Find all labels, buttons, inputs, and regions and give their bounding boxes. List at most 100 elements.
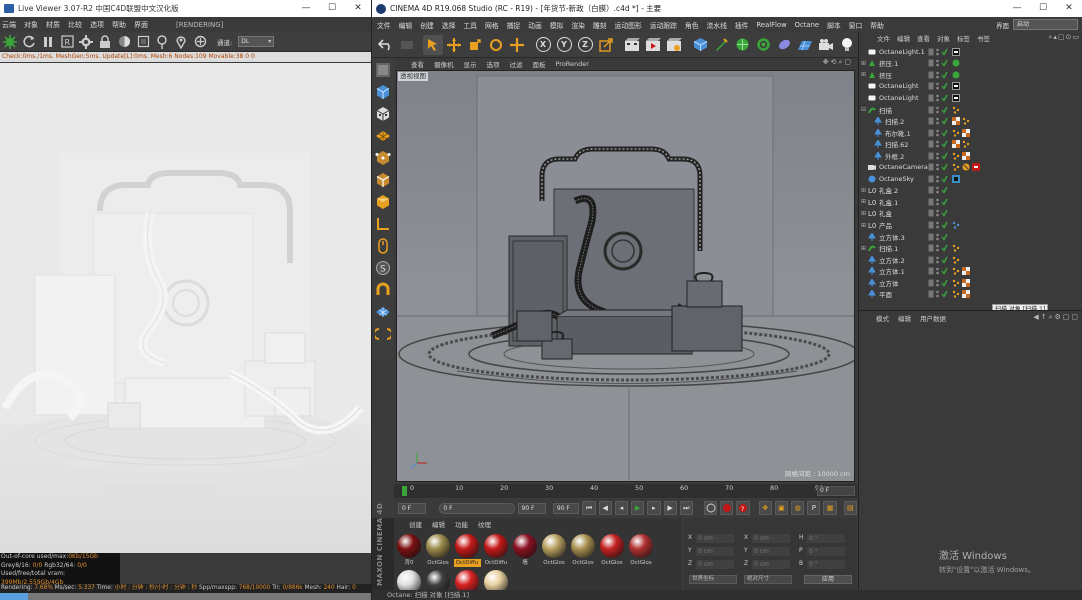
channel-select[interactable]: DL [238, 36, 275, 47]
render-preview[interactable] [0, 63, 371, 553]
visibility-dots-icon[interactable] [935, 48, 940, 56]
camtag-tag-icon[interactable] [962, 163, 970, 171]
lv-menu-help[interactable]: 帮助 [112, 20, 126, 30]
visibility-flags[interactable] [928, 117, 948, 125]
send-scene-icon[interactable] [2, 34, 18, 50]
scale-tool-icon[interactable] [465, 35, 485, 55]
layer-dot-icon[interactable] [928, 256, 934, 264]
layer-dot-icon[interactable] [928, 129, 934, 137]
axis-mode-icon[interactable] [373, 214, 393, 234]
layer-dot-icon[interactable] [928, 221, 934, 229]
material-swatch[interactable]: OctDiffu [453, 534, 481, 567]
live-select-icon[interactable] [507, 35, 527, 55]
enabled-check-icon[interactable] [941, 175, 948, 183]
enabled-check-icon[interactable] [941, 256, 948, 264]
object-name[interactable]: 礼盒.1 [879, 197, 898, 207]
pen-spline-icon[interactable] [711, 35, 731, 55]
timeline-ruler[interactable]: 0102030405060708090 0 F [394, 484, 857, 498]
polygons-mode-icon[interactable] [373, 192, 393, 212]
c4d-menu-item[interactable]: 雕刻 [593, 20, 607, 30]
enabled-check-icon[interactable] [941, 198, 948, 206]
visibility-flags[interactable] [928, 71, 948, 79]
object-name[interactable]: OctaneSky [879, 175, 914, 183]
object-row[interactable]: 立方体 [859, 277, 1082, 289]
object-name[interactable]: 扫描.2 [885, 116, 904, 126]
viewport-label[interactable]: 透视视图 [398, 72, 428, 81]
material-swatch[interactable]: OctGlos [541, 534, 567, 567]
position-key-icon[interactable]: ✥ [758, 501, 772, 515]
object-name[interactable]: 立方体.2 [879, 255, 905, 265]
maximize-icon[interactable]: ☐ [319, 0, 345, 17]
enabled-check-icon[interactable] [941, 106, 948, 114]
pick-object-icon[interactable] [192, 34, 208, 50]
lv-menu-objects[interactable]: 对象 [24, 20, 38, 30]
visibility-flags[interactable] [928, 256, 948, 264]
object-name[interactable]: OctaneLight.1 [879, 48, 925, 56]
redtag-tag-icon[interactable] [972, 163, 980, 172]
minimize-icon[interactable]: — [1004, 0, 1030, 17]
light-tag-icon[interactable] [952, 47, 960, 56]
visibility-dots-icon[interactable] [935, 290, 940, 298]
layer-dot-icon[interactable] [928, 290, 934, 298]
visibility-flags[interactable] [928, 279, 948, 287]
enabled-check-icon[interactable] [941, 186, 948, 195]
visibility-flags[interactable] [928, 221, 948, 229]
current-frame-field[interactable]: 0 F [817, 486, 855, 496]
skytag-tag-icon[interactable] [952, 174, 960, 183]
next-frame-icon[interactable]: ▸ [647, 501, 661, 515]
c4d-menu-item[interactable]: 渲染 [571, 20, 585, 30]
redo-icon[interactable] [397, 35, 417, 55]
visibility-dots-icon[interactable] [935, 267, 940, 275]
enabled-check-icon[interactable] [941, 233, 948, 241]
model-mode-icon[interactable] [373, 82, 393, 102]
dots-tag-icon[interactable] [952, 152, 960, 160]
make-editable-icon[interactable] [373, 60, 393, 80]
c4d-menu-item[interactable]: 窗口 [849, 20, 863, 30]
snap-icon[interactable]: S [373, 258, 393, 278]
previous-key-icon[interactable]: ◀ [598, 501, 612, 515]
light-tag-icon[interactable] [952, 93, 960, 102]
om-search-icons[interactable]: ⌕▴▢⊙▭ [1048, 33, 1080, 42]
c4d-menu-item[interactable]: 运动图形 [615, 20, 642, 30]
object-name[interactable]: 扫描.62 [885, 139, 908, 149]
enabled-check-icon[interactable] [941, 59, 948, 68]
visibility-dots-icon[interactable] [935, 221, 940, 229]
layer-dot-icon[interactable] [928, 186, 934, 194]
c4d-menu-item[interactable]: 流水线 [707, 20, 727, 30]
visibility-dots-icon[interactable] [935, 59, 940, 67]
coord-value-field[interactable]: 0 cm [696, 547, 734, 556]
c4d-menu-item[interactable]: 编辑 [399, 20, 413, 30]
om-menu-tags[interactable]: 标签 [957, 33, 970, 43]
enabled-check-icon[interactable] [941, 82, 948, 91]
viewport-menu-item[interactable]: 摄像机 [434, 59, 454, 69]
coord-value-field[interactable]: 0 cm [696, 560, 734, 569]
object-row[interactable]: ⊞ L0 产品 [859, 219, 1082, 231]
object-row[interactable]: 立方体.3 [859, 231, 1082, 243]
object-name[interactable]: OctaneCamera [879, 163, 928, 171]
layer-dot-icon[interactable] [928, 94, 934, 102]
checker-tag-icon[interactable] [962, 151, 970, 160]
dots-tag-icon[interactable] [952, 256, 960, 264]
layer-dot-icon[interactable] [928, 140, 934, 148]
pla-key-icon[interactable]: ▦ [823, 501, 837, 515]
mat-menu-texture[interactable]: 纹理 [478, 519, 491, 529]
parameter-key-icon[interactable]: P [807, 501, 821, 515]
green-tag-icon[interactable] [952, 71, 960, 79]
c4d-menu-item[interactable]: RealFlow [756, 21, 786, 29]
select-tool-icon[interactable] [423, 34, 443, 55]
visibility-flags[interactable] [928, 198, 948, 206]
visibility-flags[interactable] [928, 59, 948, 68]
expand-toggle-icon[interactable]: ⊞ [861, 245, 867, 252]
layer-dot-icon[interactable] [928, 59, 934, 67]
autokey-icon[interactable] [720, 501, 734, 515]
c4d-menu-item[interactable]: 脚本 [827, 20, 841, 30]
material-swatch[interactable]: OctGlos [570, 534, 596, 567]
visibility-dots-icon[interactable] [935, 117, 940, 125]
visibility-flags[interactable] [928, 140, 948, 148]
maximize-icon[interactable]: ☐ [1030, 0, 1056, 17]
keyframe-selection-icon[interactable]: ? [736, 501, 750, 515]
c4d-menu-item[interactable]: 角色 [685, 20, 699, 30]
c4d-menu-item[interactable]: 动画 [528, 20, 542, 30]
am-nav-icons[interactable]: ◀↑⌕⚙▢▢ [1033, 313, 1080, 322]
object-row[interactable]: ⊞ L0 礼盒 [859, 208, 1082, 220]
